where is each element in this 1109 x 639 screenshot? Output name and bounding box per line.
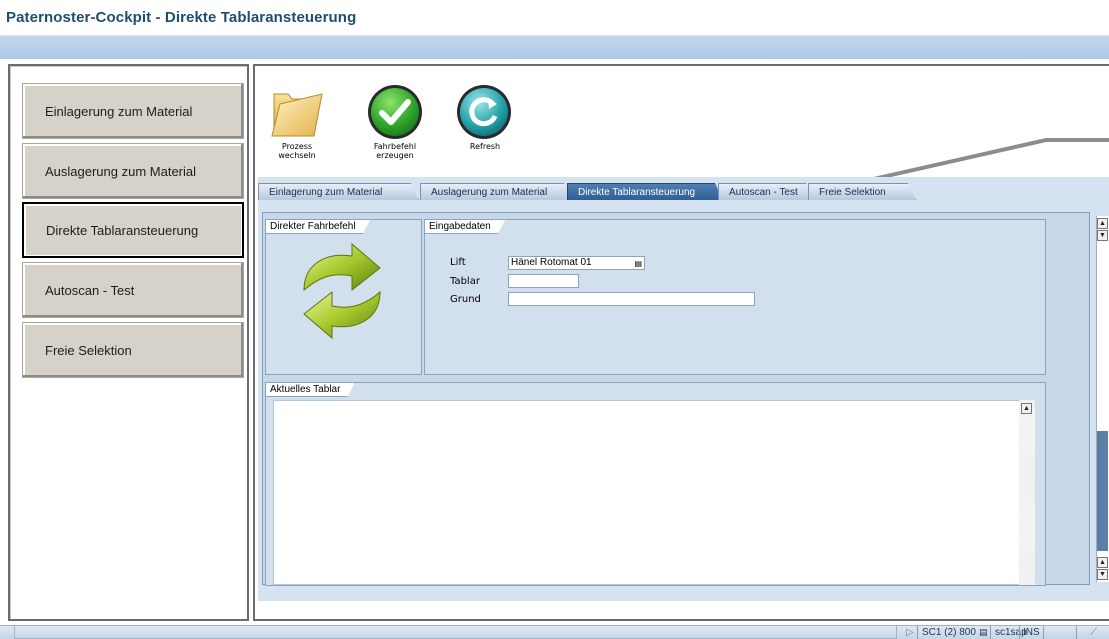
tray-label: Tablar bbox=[450, 276, 480, 287]
system-info-icon[interactable]: ▤ bbox=[979, 627, 988, 638]
scroll-down-icon[interactable]: ▼ bbox=[1097, 569, 1108, 580]
status-server: sc1sap bbox=[995, 627, 1027, 638]
tab-autoscan[interactable]: Autoscan - Test bbox=[718, 183, 814, 200]
scroll-down-icon[interactable]: ▼ bbox=[1097, 230, 1108, 241]
lift-select-value: Hänel Rotomat 01 bbox=[511, 257, 592, 268]
dropdown-icon[interactable]: ▤ bbox=[634, 258, 642, 270]
status-mode: INS bbox=[1023, 627, 1040, 638]
resize-grip-icon[interactable]: ⟋ bbox=[1090, 627, 1097, 638]
tab-auslagerung[interactable]: Auslagerung zum Material bbox=[420, 183, 572, 200]
sync-arrows-icon[interactable] bbox=[296, 242, 388, 340]
group-title: Aktuelles Tablar bbox=[265, 382, 355, 397]
reason-label: Grund bbox=[450, 294, 481, 305]
textarea-scrollbar[interactable] bbox=[1019, 400, 1035, 585]
status-expand-icon[interactable]: ▷ bbox=[906, 627, 914, 638]
status-system: SC1 (2) 800 bbox=[922, 627, 976, 638]
group-title: Direkter Fahrbefehl bbox=[265, 219, 371, 234]
tray-input[interactable] bbox=[508, 274, 579, 288]
lift-label: Lift bbox=[450, 257, 466, 268]
reason-input[interactable] bbox=[508, 292, 755, 306]
scroll-up-icon[interactable]: ▲ bbox=[1021, 403, 1032, 414]
tab-direkte-tablaransteuerung[interactable]: Direkte Tablaransteuerung bbox=[567, 183, 723, 200]
group-title: Eingabedaten bbox=[424, 219, 506, 234]
lift-select[interactable]: Hänel Rotomat 01 ▤ bbox=[508, 256, 645, 270]
scroll-up-icon[interactable]: ▲ bbox=[1097, 557, 1108, 568]
scroll-up-icon[interactable]: ▲ bbox=[1097, 218, 1108, 229]
tab-einlagerung[interactable]: Einlagerung zum Material bbox=[258, 183, 419, 200]
status-message-area bbox=[14, 625, 897, 639]
current-tray-textarea[interactable] bbox=[273, 400, 1035, 585]
scrollbar-thumb[interactable] bbox=[1097, 431, 1108, 551]
tab-freie-selektion[interactable]: Freie Selektion bbox=[808, 183, 916, 200]
